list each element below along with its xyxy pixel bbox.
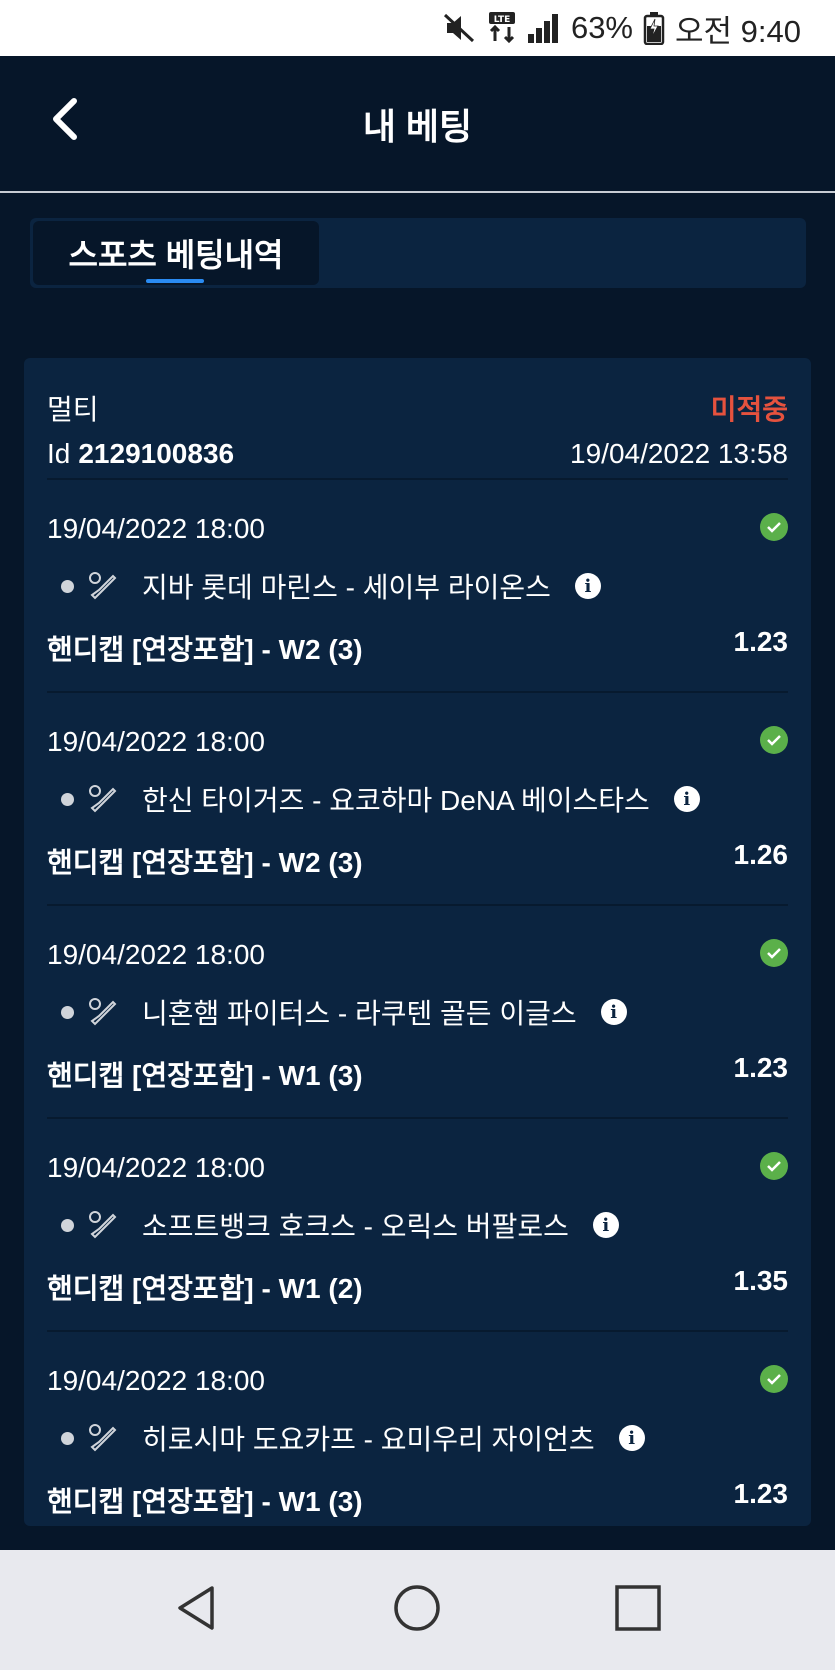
check-circle-icon <box>760 513 788 541</box>
signal-icon <box>527 12 561 44</box>
info-icon[interactable]: i <box>673 786 700 812</box>
bullet-dot <box>61 1005 74 1019</box>
nav-back-button[interactable] <box>168 1582 224 1638</box>
baseball-icon <box>86 570 118 602</box>
info-icon[interactable]: i <box>600 999 627 1025</box>
bullet-dot <box>61 579 74 593</box>
leg-match: 소프트뱅크 호크스 - 오릭스 버팔로스 <box>142 1211 569 1242</box>
nav-recents-button[interactable] <box>610 1582 666 1638</box>
recents-square-icon <box>614 1584 662 1637</box>
leg-match: 지바 롯데 마린스 - 세이부 라이온스 <box>142 572 551 603</box>
bullet-dot <box>61 792 74 806</box>
check-circle-icon <box>760 1152 788 1180</box>
home-circle-icon <box>392 1583 442 1638</box>
tab-bar: 스포츠 베팅내역 <box>30 218 806 288</box>
back-triangle-icon <box>172 1584 220 1637</box>
baseball-icon <box>86 996 118 1028</box>
baseball-icon <box>86 1422 118 1454</box>
bet-id: Id 2129100836 <box>47 438 234 470</box>
leg-time: 19/04/2022 18:00 <box>47 513 265 544</box>
leg-odds: 1.35 <box>733 1265 789 1296</box>
leg-market: 핸디캡 [연장포함] - W1 (3) <box>47 1486 363 1517</box>
bet-leg: 19/04/2022 18:00 한신 타이거즈 - 요코하마 DeNA 베이스… <box>47 693 788 906</box>
leg-match: 히로시마 도요카프 - 요미우리 자이언츠 <box>142 1424 595 1455</box>
status-bar: LTE 63% 오전 9:40 <box>0 0 835 56</box>
check-circle-icon <box>760 939 788 967</box>
tab-active-indicator <box>146 279 204 283</box>
info-icon[interactable]: i <box>592 1212 619 1238</box>
leg-time: 19/04/2022 18:00 <box>47 1365 265 1396</box>
leg-match: 한신 타이거즈 - 요코하마 DeNA 베이스타스 <box>142 785 650 816</box>
tab-sports-bet-history[interactable]: 스포츠 베팅내역 <box>33 221 319 285</box>
bet-card: 멀티 미적중 Id 2129100836 19/04/2022 13:58 19/… <box>24 358 811 1526</box>
leg-odds: 1.26 <box>733 839 789 870</box>
clock: 오전 9:40 <box>675 13 801 49</box>
tab-label: 스포츠 베팅내역 <box>68 237 284 273</box>
bet-legs: 19/04/2022 18:00 지바 롯데 마린스 - 세이부 라이온스 i … <box>47 480 788 1526</box>
svg-text:LTE: LTE <box>494 15 511 25</box>
leg-market: 핸디캡 [연장포함] - W2 (3) <box>47 847 363 878</box>
bet-leg: 19/04/2022 18:00 니혼햄 파이터스 - 라쿠텐 골든 이글스 i… <box>47 906 788 1119</box>
bet-type: 멀티 <box>47 394 99 425</box>
battery-percent: 63% <box>570 10 633 45</box>
bet-leg: 19/04/2022 18:00 지바 롯데 마린스 - 세이부 라이온스 i … <box>47 480 788 693</box>
nav-home-button[interactable] <box>389 1582 445 1638</box>
bullet-dot <box>61 1218 74 1232</box>
check-circle-icon <box>760 1365 788 1393</box>
app-header: 내 베팅 <box>0 56 835 193</box>
leg-market: 핸디캡 [연장포함] - W2 (3) <box>47 634 363 665</box>
leg-market: 핸디캡 [연장포함] - W1 (2) <box>47 1273 363 1304</box>
leg-market: 핸디캡 [연장포함] - W1 (3) <box>47 1060 363 1091</box>
info-icon[interactable]: i <box>618 1425 645 1451</box>
bet-leg: 19/04/2022 18:00 히로시마 도요카프 - 요미우리 자이언츠 i… <box>47 1332 788 1526</box>
mute-icon <box>443 12 477 44</box>
battery-icon <box>643 11 665 45</box>
leg-odds: 1.23 <box>733 1052 789 1083</box>
leg-odds: 1.23 <box>733 626 789 657</box>
bet-leg: 19/04/2022 18:00 소프트뱅크 호크스 - 오릭스 버팔로스 i … <box>47 1119 788 1332</box>
lte-icon: LTE <box>487 11 517 45</box>
bullet-dot <box>61 1431 74 1445</box>
baseball-icon <box>86 783 118 815</box>
bet-status: 미적중 <box>710 394 788 425</box>
baseball-icon <box>86 1209 118 1241</box>
info-icon[interactable]: i <box>574 573 601 599</box>
page-title: 내 베팅 <box>362 106 473 147</box>
system-nav-bar <box>0 1550 835 1670</box>
leg-time: 19/04/2022 18:00 <box>47 1152 265 1183</box>
bet-id-value: 2129100836 <box>78 438 235 469</box>
leg-match: 니혼햄 파이터스 - 라쿠텐 골든 이글스 <box>142 998 577 1029</box>
leg-time: 19/04/2022 18:00 <box>47 939 265 970</box>
bet-id-label: Id <box>47 438 71 469</box>
leg-odds: 1.23 <box>733 1478 789 1509</box>
bet-placed-at: 19/04/2022 13:58 <box>570 438 788 469</box>
check-circle-icon <box>760 726 788 754</box>
leg-time: 19/04/2022 18:00 <box>47 726 265 757</box>
